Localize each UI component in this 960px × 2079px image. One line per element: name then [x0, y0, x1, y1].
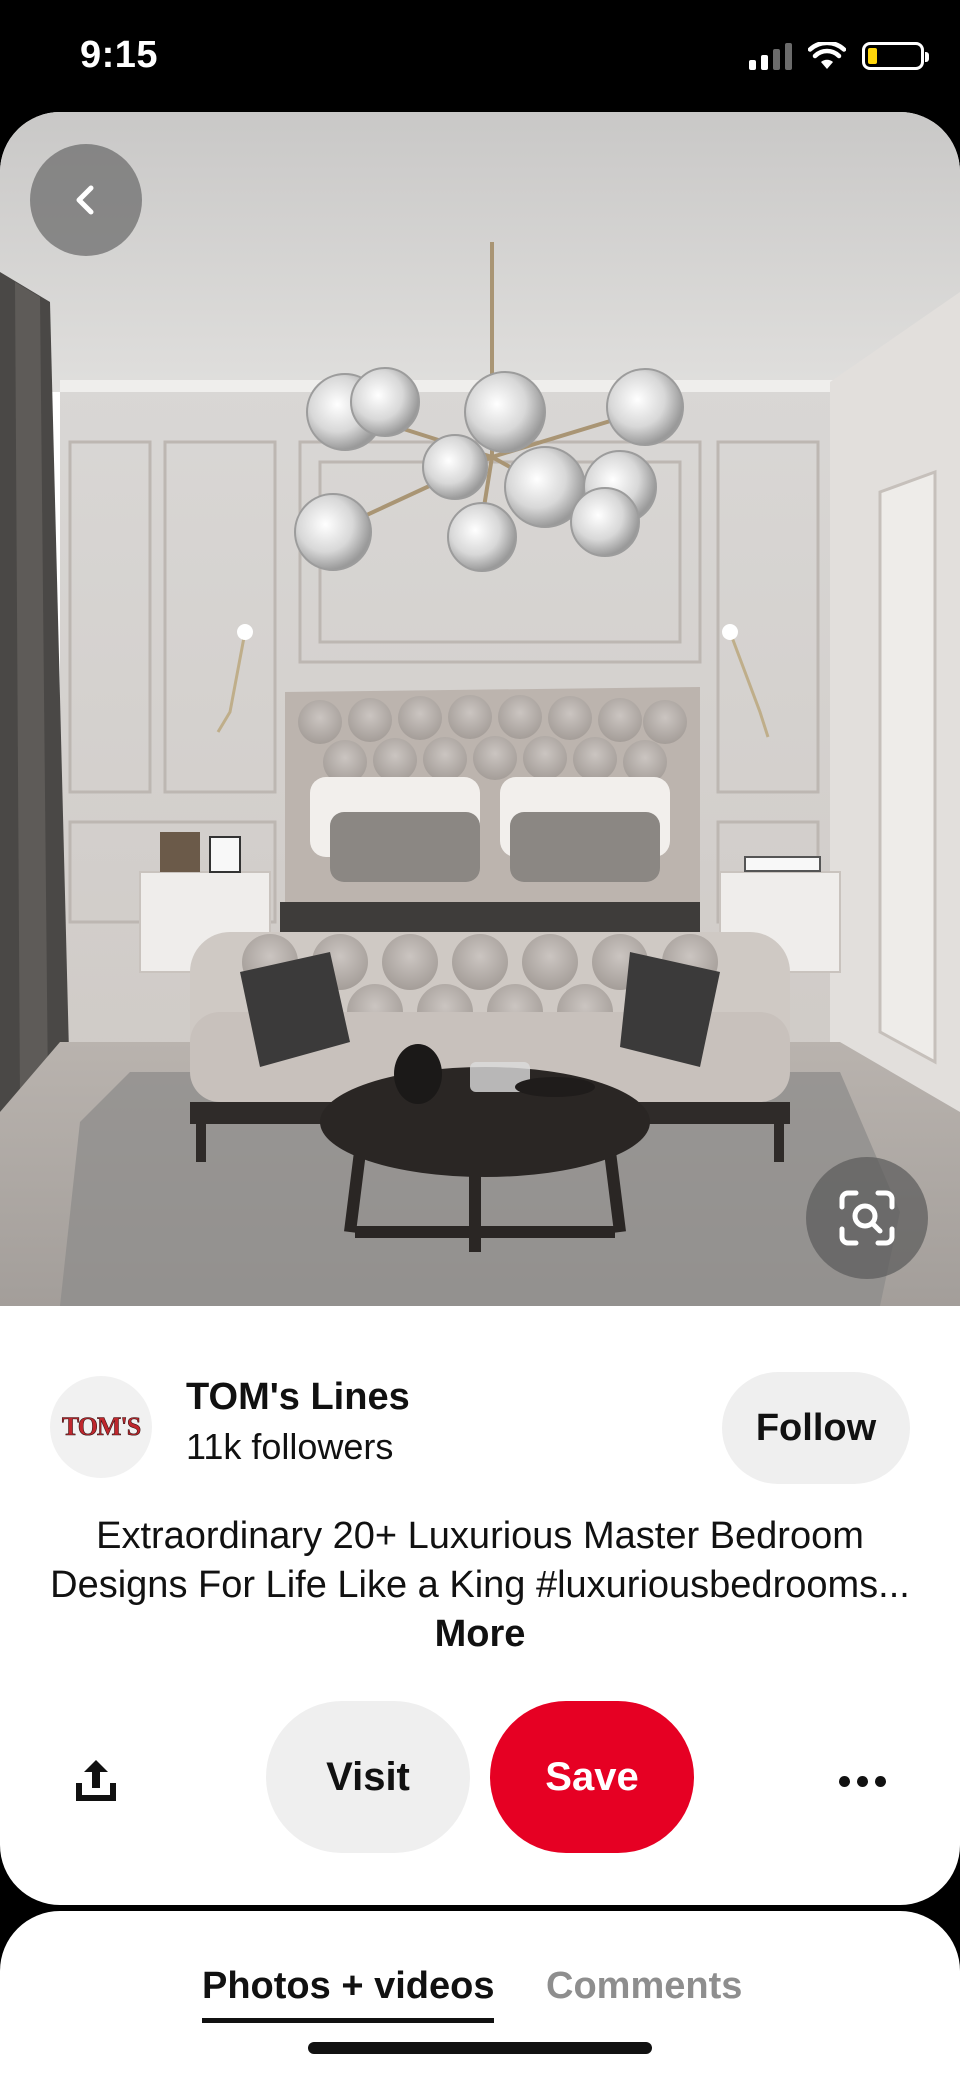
creator-avatar[interactable]: TOM'S	[50, 1376, 152, 1478]
more-horizontal-icon[interactable]	[824, 1743, 900, 1819]
tab-comments[interactable]: Comments	[546, 1965, 742, 2008]
share-button[interactable]	[58, 1743, 134, 1819]
pin-description: Extraordinary 20+ Luxurious Master Bedro…	[40, 1512, 920, 1659]
status-time: 9:15	[80, 34, 159, 76]
tab-photos-videos[interactable]: Photos + videos	[202, 1965, 495, 2023]
home-indicator[interactable]	[308, 2042, 652, 2054]
battery-low-icon	[862, 42, 929, 70]
wifi-icon	[808, 42, 846, 70]
description-text: Extraordinary 20+ Luxurious Master Bedro…	[50, 1515, 910, 1606]
battery-level	[868, 48, 877, 64]
creator-followers: 11k followers	[186, 1426, 394, 1467]
status-icons	[749, 42, 929, 70]
bedroom-photo	[0, 112, 960, 1306]
visual-search-icon	[839, 1190, 895, 1246]
chevron-left-icon	[76, 185, 94, 215]
share-upload-icon	[76, 1760, 116, 1801]
back-button[interactable]	[30, 144, 142, 256]
creator-section: TOM'S TOM's Lines 11k followers Follow	[0, 1362, 960, 1512]
screen: 9:15 TOM'S TOM's Lines 11k followers Fol…	[0, 0, 960, 2079]
avatar-logo-text: TOM'S	[61, 1412, 142, 1442]
more-link[interactable]: More	[435, 1613, 526, 1655]
cellular-signal-icon	[749, 42, 792, 70]
pin-image[interactable]	[0, 112, 960, 1306]
visit-button[interactable]: Visit	[266, 1701, 470, 1853]
creator-name[interactable]: TOM's Lines	[186, 1376, 410, 1419]
save-button[interactable]: Save	[490, 1701, 694, 1853]
follow-button[interactable]: Follow	[722, 1372, 910, 1484]
status-bar: 9:15	[0, 0, 960, 112]
visual-search-button[interactable]	[806, 1157, 928, 1279]
action-bar: Visit Save	[0, 1701, 960, 1861]
